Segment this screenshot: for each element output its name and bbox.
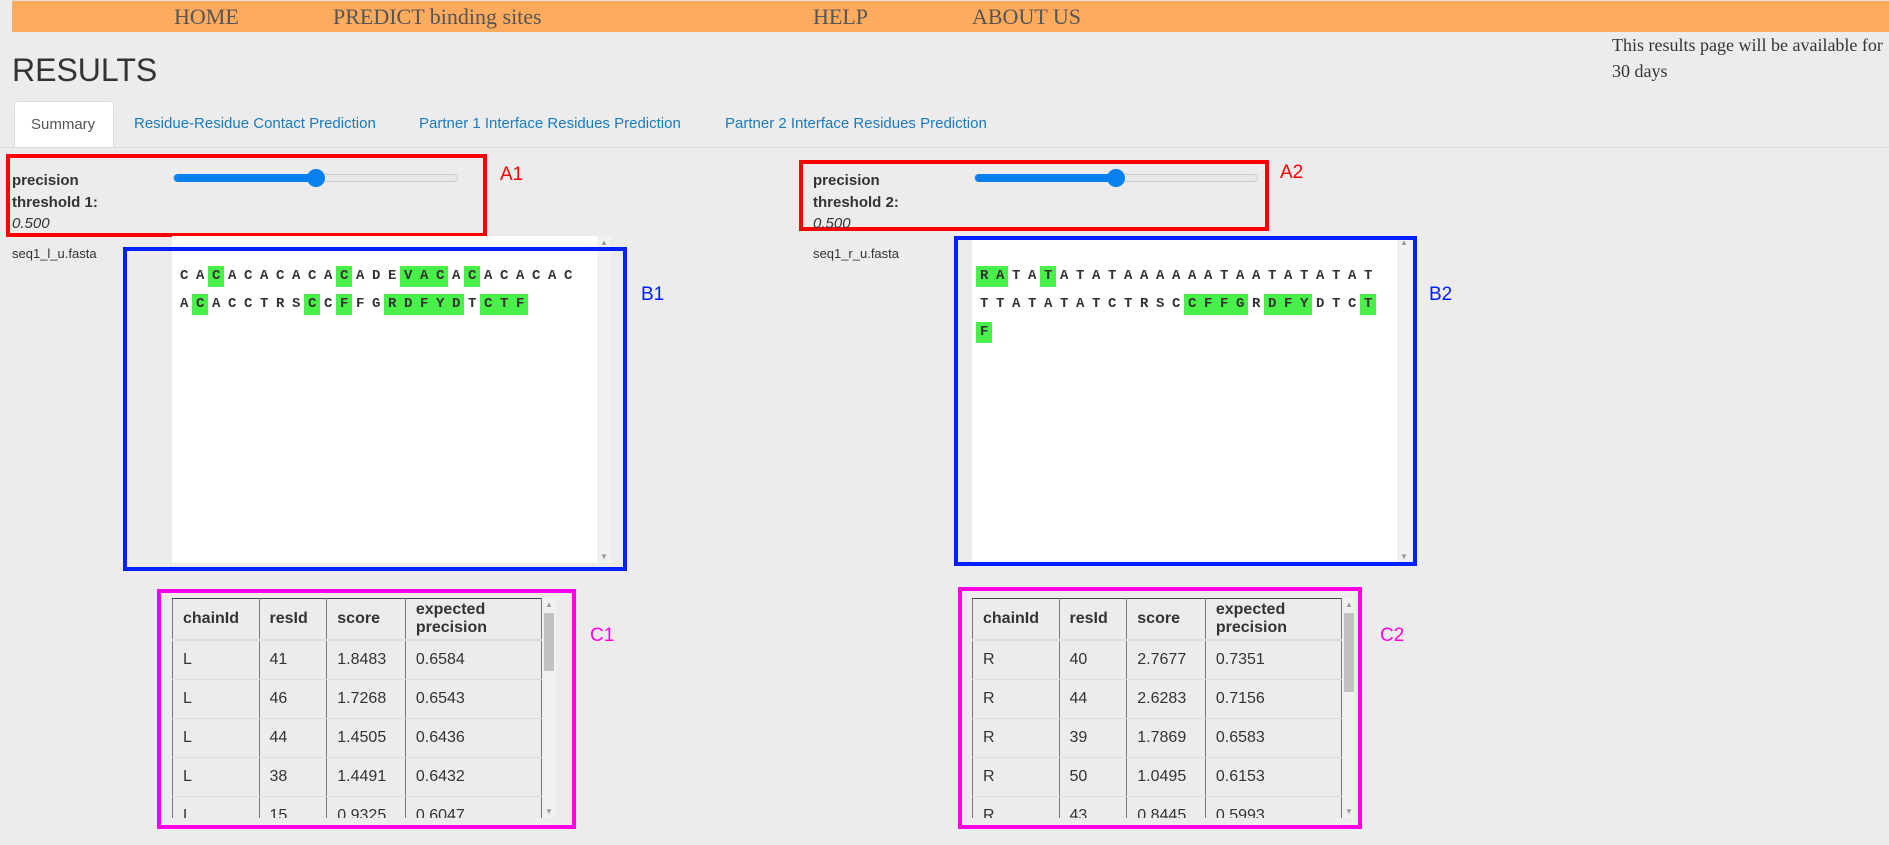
annotation-label-c1: C1: [590, 625, 615, 646]
annotation-box-b1: [123, 247, 627, 571]
table-cell: 0.6436: [404, 718, 542, 758]
table-cell: 1.7869: [1126, 718, 1206, 758]
table-row: R 43 0.8445 0.5993: [972, 796, 1342, 818]
table-row: L 38 1.4491 0.6432: [172, 757, 542, 797]
table-cell: L: [172, 757, 260, 797]
threshold-value-1: 0.500: [12, 215, 50, 232]
table-scrollbar-2[interactable]: ▲ ▼: [1342, 598, 1356, 818]
table-cell: 2.7677: [1126, 640, 1206, 680]
fasta-name-2: seq1_r_u.fasta: [813, 246, 900, 261]
results-table-1: chainId resId score expected precision L 41 1.…: [172, 598, 542, 818]
column-header[interactable]: expected precision: [1204, 598, 1342, 641]
table-cell: 1.4505: [326, 718, 406, 758]
annotation-box-b2: [954, 236, 1417, 566]
table-cell: 40: [1058, 640, 1128, 680]
page-title: RESULTS: [12, 52, 158, 88]
table-cell: 0.6432: [404, 757, 542, 797]
table-row: L 41 1.8483 0.6584: [172, 640, 542, 680]
table-cell: L: [172, 796, 260, 818]
results-table-2: chainId resId score expected precision R 40 2.…: [972, 598, 1342, 818]
table-cell: 50: [1058, 757, 1128, 797]
table-cell: L: [172, 640, 260, 680]
top-nav-bar: HOME PREDICT binding sites HELP ABOUT US: [12, 0, 1889, 32]
table-cell: 43: [1058, 796, 1128, 818]
table-scrollbar-1[interactable]: ▲ ▼: [542, 598, 556, 818]
table-cell: 1.0495: [1126, 757, 1206, 797]
table-cell: 44: [258, 718, 328, 758]
nav-home[interactable]: HOME: [174, 4, 239, 30]
table-cell: 0.5993: [1204, 796, 1342, 818]
annotation-label-b2: B2: [1429, 284, 1453, 305]
table-cell: 0.7156: [1204, 679, 1342, 719]
tab-partner2-interface[interactable]: Partner 2 Interface Residues Prediction: [725, 101, 987, 146]
annotation-label-c2: C2: [1380, 625, 1405, 646]
tab-partner1-interface[interactable]: Partner 1 Interface Residues Prediction: [419, 101, 681, 146]
table-cell: L: [172, 718, 260, 758]
table-cell: 1.7268: [326, 679, 406, 719]
table-cell: 0.6543: [404, 679, 542, 719]
table-cell: R: [972, 718, 1060, 758]
slider-thumb[interactable]: [306, 169, 325, 187]
table-cell: 0.6584: [404, 640, 542, 680]
column-header[interactable]: score: [1126, 598, 1206, 641]
table-cell: 44: [1058, 679, 1128, 719]
table-cell: 46: [258, 679, 328, 719]
nav-help[interactable]: HELP: [813, 4, 868, 30]
column-header[interactable]: chainId: [972, 598, 1060, 641]
table-row: R 39 1.7869 0.6583: [972, 718, 1342, 758]
table-cell: 15: [258, 796, 328, 818]
table-row: L 15 0.9325 0.6047: [172, 796, 542, 818]
table-row: R 40 2.7677 0.7351: [972, 640, 1342, 680]
column-header[interactable]: score: [326, 598, 406, 641]
column-header[interactable]: resId: [258, 598, 328, 641]
threshold-value-2: 0.500: [813, 215, 851, 232]
fasta-name-1: seq1_l_u.fasta: [12, 246, 97, 261]
table-cell: 0.7351: [1204, 640, 1342, 680]
table-cell: 0.6583: [1204, 718, 1342, 758]
table-cell: L: [172, 679, 260, 719]
annotation-label-b1: B1: [641, 284, 665, 305]
slider-thumb[interactable]: [1107, 169, 1125, 187]
table-cell: 1.8483: [326, 640, 406, 680]
precision-slider-2[interactable]: [974, 169, 1258, 187]
table-cell: R: [972, 757, 1060, 797]
table-row: R 44 2.6283 0.7156: [972, 679, 1342, 719]
table-cell: 2.6283: [1126, 679, 1206, 719]
table-cell: R: [972, 640, 1060, 680]
table-cell: R: [972, 679, 1060, 719]
precision-slider-1[interactable]: [173, 169, 458, 187]
table-cell: 1.4491: [326, 757, 406, 797]
table-row: L 44 1.4505 0.6436: [172, 718, 542, 758]
tab-residue-contact[interactable]: Residue-Residue Contact Prediction: [134, 101, 376, 146]
slider-fill: [174, 174, 316, 182]
table-cell: 0.6153: [1204, 757, 1342, 797]
table-row: L 46 1.7268 0.6543: [172, 679, 542, 719]
column-header[interactable]: resId: [1058, 598, 1128, 641]
table-cell: 0.6047: [404, 796, 542, 818]
threshold-label-2: precision threshold 2:: [813, 172, 899, 211]
table-cell: 39: [1058, 718, 1128, 758]
column-header[interactable]: expected precision: [404, 598, 542, 641]
table-cell: 0.9325: [326, 796, 406, 818]
threshold-label-1: precision threshold 1:: [12, 172, 98, 211]
table-row: R 50 1.0495 0.6153: [972, 757, 1342, 797]
annotation-label-a2: A2: [1280, 162, 1304, 183]
results-tabs: Summary Residue-Residue Contact Predicti…: [0, 101, 1889, 148]
table-cell: 0.8445: [1126, 796, 1206, 818]
nav-predict-binding-sites[interactable]: PREDICT binding sites: [333, 4, 542, 30]
slider-fill: [975, 174, 1116, 182]
column-header[interactable]: chainId: [172, 598, 260, 641]
table-cell: 41: [258, 640, 328, 680]
availability-note: This results page will be available for …: [1612, 35, 1883, 81]
nav-about-us[interactable]: ABOUT US: [972, 4, 1081, 30]
table-cell: 38: [258, 757, 328, 797]
annotation-label-a1: A1: [500, 164, 524, 185]
table-cell: R: [972, 796, 1060, 818]
tab-summary[interactable]: Summary: [14, 101, 114, 147]
